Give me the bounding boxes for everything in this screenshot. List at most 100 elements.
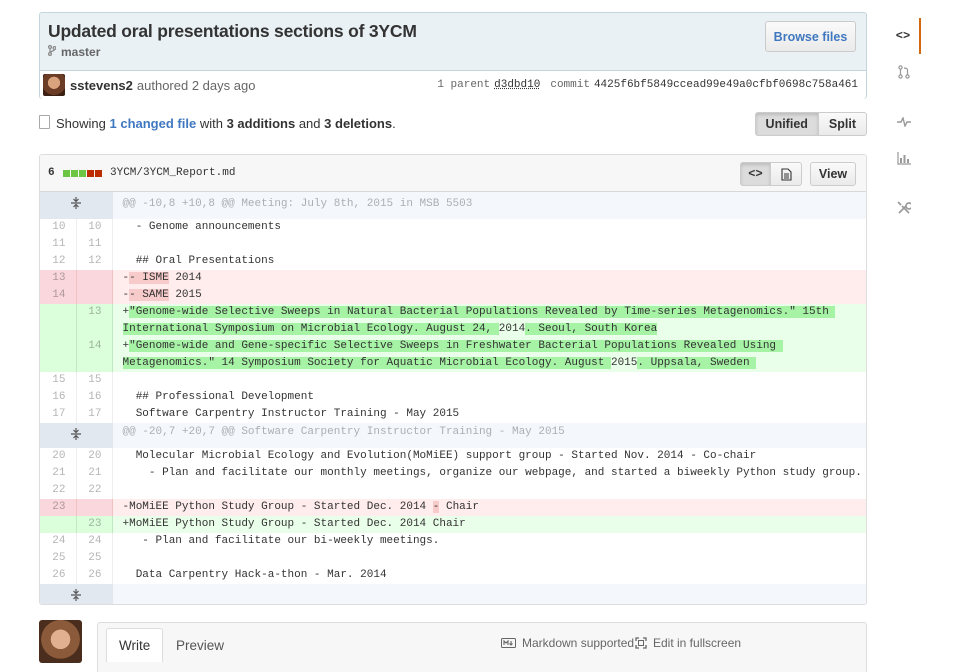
code-view-button[interactable]: <> bbox=[740, 162, 771, 186]
code-line: -MoMiEE Python Study Group - Started Dec… bbox=[112, 499, 866, 516]
file-diff: 6 3YCM/3YCM_Report.md <> View @@ -10,8 +… bbox=[39, 154, 867, 605]
comment-form: Write Preview Markdown supported Edit in… bbox=[97, 622, 867, 672]
old-line-number[interactable]: 13 bbox=[40, 270, 77, 287]
old-line-number[interactable]: 22 bbox=[40, 482, 77, 499]
code-suffix: Chair bbox=[439, 501, 479, 513]
diff-line-ctx: 24 24 - Plan and facilitate our bi-weekly… bbox=[40, 533, 866, 550]
new-line-number[interactable]: 16 bbox=[76, 389, 113, 406]
new-line-number[interactable]: 17 bbox=[76, 406, 113, 423]
old-line-number[interactable] bbox=[40, 516, 77, 533]
file-path[interactable]: 3YCM/3YCM_Report.md bbox=[110, 167, 235, 179]
parent-sha-link[interactable]: d3dbd10 bbox=[494, 79, 540, 91]
author-name[interactable]: sstevens2 bbox=[70, 78, 133, 93]
old-line-number[interactable] bbox=[40, 304, 77, 338]
old-line-number[interactable]: 11 bbox=[40, 236, 77, 253]
authored-time: authored 2 days ago bbox=[136, 77, 256, 93]
repo-sidebar: <> bbox=[887, 12, 921, 226]
sidebar-item-code[interactable]: <> bbox=[887, 18, 921, 54]
split-button[interactable]: Split bbox=[818, 112, 867, 136]
sidebar-item-settings[interactable] bbox=[887, 190, 921, 226]
new-line-number[interactable]: 21 bbox=[76, 465, 113, 482]
code-icon: <> bbox=[895, 29, 911, 43]
code-highlight: - ISME bbox=[129, 272, 169, 284]
expand-button[interactable] bbox=[40, 192, 113, 219]
new-line-number[interactable] bbox=[76, 287, 113, 304]
expand-button[interactable] bbox=[40, 584, 113, 604]
new-line-number[interactable]: 22 bbox=[76, 482, 113, 499]
diff-line-ctx: 10 10 - Genome announcements bbox=[40, 219, 866, 236]
diff-line-ctx: 22 22 bbox=[40, 482, 866, 499]
code-highlight: . Seoul, South Korea bbox=[525, 323, 658, 335]
new-line-number[interactable] bbox=[76, 499, 113, 516]
sidebar-item-graphs[interactable] bbox=[887, 140, 921, 176]
graph-icon bbox=[897, 151, 911, 165]
diffstat-block-del bbox=[94, 169, 102, 177]
new-line-number[interactable]: 10 bbox=[76, 219, 113, 236]
rich-diff-button[interactable] bbox=[771, 162, 802, 186]
expand-button[interactable] bbox=[40, 423, 113, 448]
file-text-icon bbox=[780, 167, 792, 181]
old-line-number[interactable]: 21 bbox=[40, 465, 77, 482]
tab-preview[interactable]: Preview bbox=[164, 628, 236, 662]
user-avatar[interactable] bbox=[39, 620, 82, 663]
tab-write[interactable]: Write bbox=[106, 628, 164, 662]
diff-line-add: 23 +MoMiEE Python Study Group - Started D… bbox=[40, 516, 866, 533]
old-line-number[interactable]: 20 bbox=[40, 448, 77, 465]
diff-line-hunk: @@ -10,8 +10,8 @@ Meeting: July 8th, 201… bbox=[40, 192, 866, 219]
code-highlight: . Uppsala, Sweden bbox=[637, 357, 757, 369]
code-suffix: 2014 bbox=[168, 272, 202, 284]
sidebar-item-pull-requests[interactable] bbox=[887, 54, 921, 90]
old-line-number[interactable]: 25 bbox=[40, 550, 77, 567]
code-suffix: 2014 bbox=[498, 323, 526, 335]
new-line-number[interactable]: 20 bbox=[76, 448, 113, 465]
browse-files-button[interactable]: Browse files bbox=[765, 21, 856, 52]
changed-files-link[interactable]: 1 changed file bbox=[110, 116, 197, 131]
old-line-number[interactable]: 16 bbox=[40, 389, 77, 406]
code-line: - Genome announcements bbox=[122, 221, 281, 233]
unified-button[interactable]: Unified bbox=[754, 112, 819, 136]
new-line-number[interactable] bbox=[76, 270, 113, 287]
branch-name[interactable]: master bbox=[61, 45, 100, 59]
new-line-number[interactable]: 13 bbox=[76, 304, 113, 338]
new-line-number[interactable]: 25 bbox=[76, 550, 113, 567]
new-line-number[interactable]: 11 bbox=[76, 236, 113, 253]
new-line-number[interactable]: 14 bbox=[76, 338, 113, 372]
old-line-number[interactable]: 12 bbox=[40, 253, 77, 270]
diff-line-ctx: 25 25 bbox=[40, 550, 866, 567]
code-line: Data Carpentry Hack-a-thon - Mar. 2014 bbox=[122, 569, 387, 581]
old-line-number[interactable]: 15 bbox=[40, 372, 77, 389]
new-line-number[interactable]: 15 bbox=[76, 372, 113, 389]
new-line-number[interactable]: 12 bbox=[76, 253, 113, 270]
new-line-number[interactable]: 26 bbox=[76, 567, 113, 584]
file-header: 6 3YCM/3YCM_Report.md <> View bbox=[40, 155, 866, 192]
new-line-number[interactable]: 24 bbox=[76, 533, 113, 550]
deletions-count: 3 deletions bbox=[324, 116, 393, 131]
old-line-number[interactable]: 23 bbox=[40, 499, 77, 516]
diff-line-ctx: 15 15 bbox=[40, 372, 866, 389]
period: . bbox=[392, 116, 396, 131]
old-line-number[interactable]: 26 bbox=[40, 567, 77, 584]
diff-line-ctx: 16 16 ## Professional Development bbox=[40, 389, 866, 406]
view-file-button[interactable]: View bbox=[810, 162, 856, 186]
old-line-number[interactable]: 10 bbox=[40, 219, 77, 236]
commit-meta: sstevens2 authored 2 days ago 1 parent d… bbox=[40, 70, 866, 99]
old-line-number[interactable]: 17 bbox=[40, 406, 77, 423]
author-avatar[interactable] bbox=[43, 74, 65, 96]
hunk-header: @@ -20,7 +20,7 @@ Software Carpentry Ins… bbox=[112, 423, 866, 448]
old-line-number[interactable] bbox=[40, 338, 77, 372]
new-line-number[interactable]: 23 bbox=[76, 516, 113, 533]
code-suffix: 2015 bbox=[610, 357, 638, 369]
code-highlight: - SAME bbox=[129, 289, 169, 301]
commit-label: commit bbox=[550, 79, 590, 91]
markdown-supported[interactable]: Markdown supported bbox=[501, 636, 634, 650]
diff-line-add: 14 +"Genome-wide and Gene-specific Select… bbox=[40, 338, 866, 372]
file-diff-icon[interactable] bbox=[39, 115, 50, 129]
old-line-number[interactable]: 14 bbox=[40, 287, 77, 304]
old-line-number[interactable]: 24 bbox=[40, 533, 77, 550]
diff-line-ctx: 20 20 Molecular Microbial Ecology and Evo… bbox=[40, 448, 866, 465]
hunk-header: @@ -10,8 +10,8 @@ Meeting: July 8th, 201… bbox=[112, 192, 866, 219]
edit-fullscreen[interactable]: Edit in fullscreen bbox=[635, 636, 741, 650]
commit-title: Updated oral presentations sections of 3… bbox=[48, 21, 417, 41]
code-line: ## Professional Development bbox=[122, 391, 314, 403]
sidebar-item-pulse[interactable] bbox=[887, 104, 921, 140]
